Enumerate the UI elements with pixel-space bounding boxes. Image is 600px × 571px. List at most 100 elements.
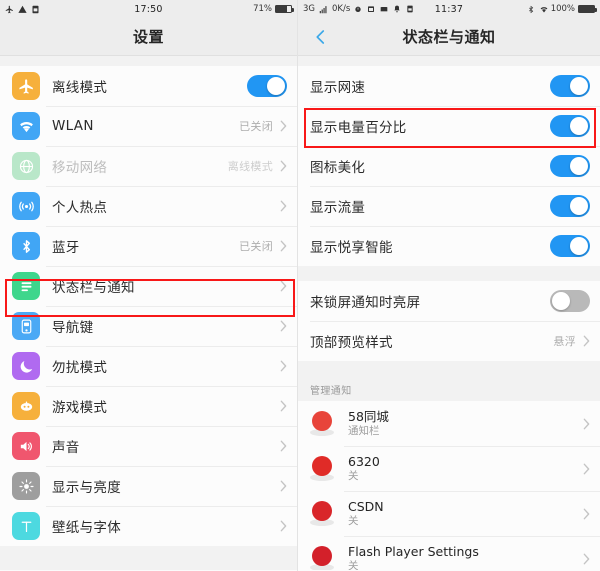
mail-icon [380, 5, 389, 14]
settings-row-value: 已关闭 [239, 120, 273, 133]
settings-row[interactable]: 个人热点 [0, 186, 297, 226]
option-toggle[interactable] [550, 290, 590, 312]
settings-row[interactable]: 离线模式 [0, 66, 297, 106]
calendar-icon [367, 5, 376, 14]
app-notification-row[interactable]: 6320 关 [298, 446, 600, 491]
app-notification-row[interactable]: 58同城 通知栏 [298, 401, 600, 446]
option-row[interactable]: 图标美化 [298, 146, 600, 186]
app-name: 58同城 [348, 409, 389, 424]
display-options-group: 显示网速显示电量百分比 图标美化显示流量显示悦享智能 [298, 66, 600, 266]
right-title-bar: 状态栏与通知 [298, 18, 600, 56]
option-row[interactable]: 来锁屏通知时亮屏 [298, 281, 600, 321]
settings-row[interactable]: WLAN 已关闭 [0, 106, 297, 146]
option-toggle[interactable] [550, 155, 590, 177]
left-status-bar: 17:50 71% [0, 0, 297, 18]
bluetooth-icon [527, 5, 536, 14]
chevron-right-icon [583, 335, 590, 347]
app-text-block: CSDN 关 [348, 499, 384, 528]
option-toggle[interactable] [550, 195, 590, 217]
right-battery-percent: 100% [550, 4, 575, 14]
toggle-knob [570, 197, 588, 215]
left-title-bar: 设置 [0, 18, 297, 56]
left-status-icons [5, 5, 40, 14]
warning-icon [18, 5, 27, 14]
globe-icon [12, 152, 40, 180]
app-notification-row[interactable]: CSDN 关 [298, 491, 600, 536]
chevron-right-icon [280, 320, 287, 332]
speaker-icon [12, 432, 40, 460]
option-row[interactable]: 顶部预览样式 悬浮 [298, 321, 600, 361]
back-button[interactable] [312, 28, 330, 46]
settings-row-label: 移动网络 [52, 160, 108, 176]
brightness-icon [12, 472, 40, 500]
chevron-right-icon [280, 200, 287, 212]
settings-row[interactable]: 声音 [0, 426, 297, 466]
chevron-right-icon [280, 520, 287, 532]
settings-row[interactable]: 游戏模式 [0, 386, 297, 426]
sd-icon [406, 5, 415, 14]
app-icon [310, 545, 336, 570]
option-toggle[interactable] [550, 235, 590, 257]
settings-row[interactable]: 勿扰模式 [0, 346, 297, 386]
option-row[interactable]: 显示电量百分比 [298, 106, 600, 146]
settings-row[interactable]: 导航键 [0, 306, 297, 346]
settings-row[interactable]: 状态栏与通知 [0, 266, 297, 306]
app-icon [310, 500, 336, 527]
app-notification-row[interactable]: Flash Player Settings 关 [298, 536, 600, 570]
settings-group: 离线模式 WLAN 已关闭移动网络 离线模式 个人热点 蓝牙 已关闭状态栏与通知导航键勿扰模… [0, 66, 297, 546]
toggle-knob [570, 77, 588, 95]
settings-row[interactable]: 蓝牙 已关闭 [0, 226, 297, 266]
network-speed-label: 0K/s [332, 4, 351, 14]
settings-row[interactable]: 壁纸与字体 [0, 506, 297, 546]
option-toggle[interactable] [550, 115, 590, 137]
settings-toggle[interactable] [247, 75, 287, 97]
settings-row-label: 声音 [52, 440, 80, 456]
settings-row-label: 状态栏与通知 [52, 280, 135, 296]
lockscreen-options-group: 来锁屏通知时亮屏顶部预览样式 悬浮 [298, 281, 600, 361]
settings-row-label: 壁纸与字体 [52, 520, 121, 536]
hotspot-icon [12, 192, 40, 220]
option-row-label: 显示网速 [310, 80, 366, 96]
settings-row-label: WLAN [52, 118, 94, 134]
settings-row-label: 勿扰模式 [52, 360, 108, 376]
moon-icon [12, 352, 40, 380]
gamepad-icon [12, 392, 40, 420]
dual-screenshot: 17:50 71% 设置 离线模式 WLAN 已关闭移动网络 离线模式 个人热点 蓝牙 已关… [0, 0, 600, 571]
app-name: 6320 [348, 454, 380, 469]
settings-row[interactable]: 显示与亮度 [0, 466, 297, 506]
option-row[interactable]: 显示悦享智能 [298, 226, 600, 266]
option-row-label: 显示悦享智能 [310, 240, 393, 256]
chevron-right-icon [280, 240, 287, 252]
option-row-label: 顶部预览样式 [310, 335, 393, 351]
bell-icon [393, 5, 402, 14]
chevron-right-icon [280, 160, 287, 172]
chevron-right-icon [280, 360, 287, 372]
network-type-label: 3G [303, 4, 315, 14]
app-text-block: Flash Player Settings 关 [348, 544, 479, 570]
group-separator-2 [298, 361, 600, 376]
wifi-icon [12, 112, 40, 140]
notification-settings-list[interactable]: 显示网速 显示电量百分比 图标美化 显示流量 显示悦享智能 来锁屏通知时亮屏 顶部预览样式… [298, 56, 600, 570]
signal-icon [319, 5, 328, 14]
option-row[interactable]: 显示网速 [298, 66, 600, 106]
page-title: 设置 [132, 28, 164, 46]
option-toggle[interactable] [550, 75, 590, 97]
app-text-block: 58同城 通知栏 [348, 409, 389, 438]
group-separator [298, 266, 600, 281]
page-title: 状态栏与通知 [402, 28, 496, 46]
settings-list[interactable]: 离线模式 WLAN 已关闭移动网络 离线模式 个人热点 蓝牙 已关闭状态栏与通知导航键勿扰模… [0, 56, 297, 570]
option-row-label: 图标美化 [310, 160, 366, 176]
option-row[interactable]: 显示流量 [298, 186, 600, 226]
app-name: Flash Player Settings [348, 544, 479, 559]
option-row-label: 显示电量百分比 [310, 120, 407, 136]
option-row-label: 来锁屏通知时亮屏 [310, 295, 421, 311]
settings-row[interactable]: 移动网络 离线模式 [0, 146, 297, 186]
toggle-knob [570, 157, 588, 175]
airplane-icon [12, 72, 40, 100]
app-icon [310, 410, 336, 437]
font-icon [12, 512, 40, 540]
wifi-icon [539, 5, 548, 14]
app-status: 关 [348, 560, 359, 570]
chevron-right-icon [280, 280, 287, 292]
chevron-right-icon [280, 480, 287, 492]
